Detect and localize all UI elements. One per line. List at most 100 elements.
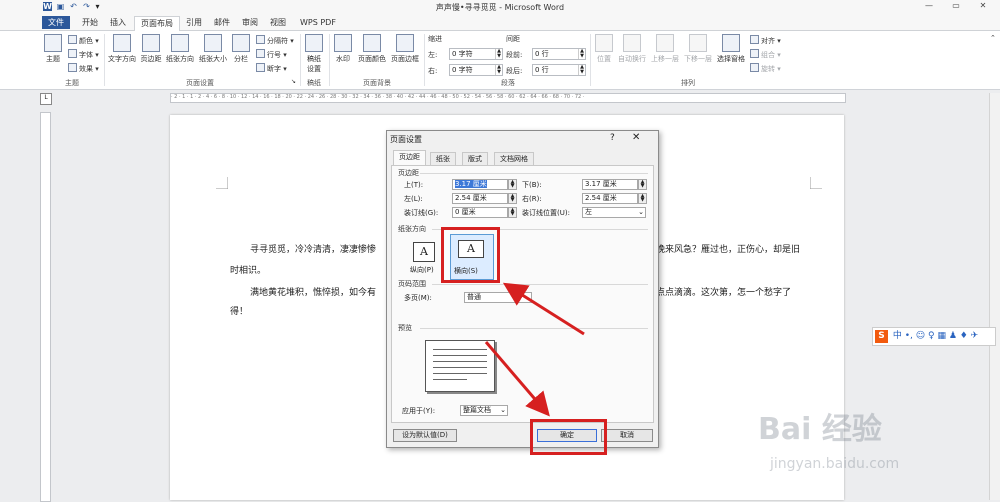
- spacing-before-label: 段前:: [506, 51, 523, 59]
- spacing-heading: 间距: [506, 35, 520, 43]
- position-icon: [595, 34, 613, 52]
- tab-wps-pdf[interactable]: WPS PDF: [294, 16, 342, 29]
- hyphenation-button[interactable]: 断字 ▾: [256, 63, 287, 74]
- theme-colors-button[interactable]: 颜色 ▾: [68, 35, 99, 46]
- section-orientation: 纸张方向: [398, 225, 426, 233]
- selection-pane-icon: [722, 34, 740, 52]
- close-icon[interactable]: ✕: [632, 132, 640, 143]
- document-text-line[interactable]: 晚来风急？雁过也，正伤心，却是旧: [656, 244, 800, 256]
- cancel-button[interactable]: 取消: [601, 429, 653, 442]
- theme-effects-button[interactable]: 效果 ▾: [68, 63, 99, 74]
- theme-fonts-button[interactable]: 字体 ▾: [68, 49, 99, 60]
- indent-left-input[interactable]: 0 字符 ▲ ▼: [449, 48, 503, 60]
- tab-margins[interactable]: 页边距: [393, 150, 426, 166]
- document-text-line[interactable]: 寻寻觅觅，冷冷清清，凄凄惨惨: [250, 244, 376, 256]
- portrait-icon[interactable]: A: [413, 242, 435, 262]
- close-button[interactable]: ✕: [972, 1, 994, 13]
- left-margin-spinner[interactable]: ▲ ▼: [508, 193, 517, 204]
- tab-selector-icon[interactable]: L: [40, 93, 52, 105]
- restore-button[interactable]: ▭: [945, 1, 967, 13]
- margins-button[interactable]: 页边距: [139, 34, 163, 64]
- minimize-button[interactable]: —: [918, 1, 940, 13]
- tab-references[interactable]: 引用: [180, 16, 208, 29]
- margin-corner-mark: [216, 177, 228, 189]
- themes-icon: [44, 34, 62, 52]
- margins-panel: 页边距 上(T): 3.17 厘米 ▲ ▼ 下(B): 3.17 厘米 ▲ ▼ 左(…: [391, 165, 654, 423]
- text-direction-icon: [113, 34, 131, 52]
- document-text-line[interactable]: 得！: [230, 306, 248, 318]
- tab-mailings[interactable]: 邮件: [208, 16, 236, 29]
- indent-right-input[interactable]: 0 字符 ▲ ▼: [449, 64, 503, 76]
- help-icon[interactable]: ?: [610, 133, 615, 143]
- group-separator: [329, 34, 330, 86]
- gutter-spinner[interactable]: ▲ ▼: [508, 207, 517, 218]
- gutter-input[interactable]: 0 厘米: [452, 207, 508, 218]
- send-backward-icon: [689, 34, 707, 52]
- document-text-line[interactable]: 点点滴滴。这次第，怎一个愁字了: [656, 287, 791, 299]
- vertical-scrollbar[interactable]: [989, 93, 1000, 500]
- text-direction-button[interactable]: 文字方向: [107, 34, 137, 64]
- document-text-line[interactable]: 时相识。: [230, 265, 266, 277]
- bottom-margin-input[interactable]: 3.17 厘米: [582, 179, 638, 190]
- page-setup-launcher-icon[interactable]: ↘: [291, 78, 296, 85]
- rotate-button[interactable]: 旋转 ▾: [750, 63, 781, 74]
- bottom-margin-label: 下(B):: [522, 181, 542, 189]
- columns-button[interactable]: 分栏: [230, 34, 252, 64]
- watermark-button[interactable]: 水印: [332, 34, 354, 64]
- tab-document-grid[interactable]: 文档网格: [494, 152, 534, 165]
- bring-forward-button[interactable]: 上移一层: [649, 34, 681, 64]
- portrait-label[interactable]: 纵向(P): [410, 265, 434, 275]
- align-button[interactable]: 对齐 ▾: [750, 35, 781, 46]
- tab-file[interactable]: 文件: [42, 16, 70, 29]
- orientation-button[interactable]: 纸张方向: [164, 34, 196, 64]
- multiple-pages-select[interactable]: 普通 ⌄: [464, 292, 532, 303]
- gutter-label: 装订线(G):: [404, 209, 439, 217]
- bottom-margin-spinner[interactable]: ▲ ▼: [638, 179, 647, 190]
- ime-toolbar[interactable]: S 中 •, ☺ ♀ ▦ ♟ ♦ ✈: [872, 327, 996, 346]
- page-color-button[interactable]: 页面颜色: [356, 34, 388, 64]
- draft-paper-button[interactable]: 稿纸 设置: [302, 34, 326, 74]
- top-margin-input[interactable]: 3.17 厘米: [452, 179, 508, 190]
- collapse-ribbon-icon[interactable]: ⌃: [990, 34, 996, 42]
- gutter-position-select[interactable]: 左 ⌄: [582, 207, 646, 218]
- page-borders-button[interactable]: 页面边框: [389, 34, 421, 64]
- indent-heading: 缩进: [428, 35, 442, 43]
- group-separator: [424, 34, 425, 86]
- group-objects-button[interactable]: 组合 ▾: [750, 49, 781, 60]
- chevron-down-icon: ⌄: [524, 293, 530, 301]
- themes-button[interactable]: 主题: [42, 34, 64, 64]
- tab-paper[interactable]: 纸张: [430, 152, 456, 165]
- size-button[interactable]: 纸张大小: [197, 34, 229, 64]
- tab-review[interactable]: 审阅: [236, 16, 264, 29]
- tab-view[interactable]: 视图: [264, 16, 292, 29]
- line-numbers-button[interactable]: 行号 ▾: [256, 49, 287, 60]
- right-margin-label: 右(R):: [522, 195, 542, 203]
- selection-pane-button[interactable]: 选择窗格: [715, 34, 747, 64]
- tab-insert[interactable]: 插入: [104, 16, 132, 29]
- tab-home[interactable]: 开始: [76, 16, 104, 29]
- apply-to-select[interactable]: 整篇文档 ⌄: [460, 405, 508, 416]
- right-margin-input[interactable]: 2.54 厘米: [582, 193, 638, 204]
- send-backward-button[interactable]: 下移一层: [682, 34, 714, 64]
- position-button[interactable]: 位置: [593, 34, 615, 64]
- preview-line: [433, 373, 487, 374]
- breaks-button[interactable]: 分隔符 ▾: [256, 35, 294, 46]
- tab-layout[interactable]: 版式: [462, 152, 488, 165]
- wrap-text-button[interactable]: 自动换行: [616, 34, 648, 64]
- vertical-ruler[interactable]: [40, 112, 51, 502]
- right-margin-spinner[interactable]: ▲ ▼: [638, 193, 647, 204]
- spacing-before-input[interactable]: 0 行 ▲ ▼: [532, 48, 586, 60]
- rotate-icon: [750, 63, 759, 72]
- preview-line: [433, 379, 467, 380]
- top-margin-spinner[interactable]: ▲ ▼: [508, 179, 517, 190]
- set-default-button[interactable]: 设为默认值(D): [393, 429, 457, 442]
- spacing-after-input[interactable]: 0 行 ▲ ▼: [532, 64, 586, 76]
- left-margin-input[interactable]: 2.54 厘米: [452, 193, 508, 204]
- draft-paper-icon: [305, 34, 323, 52]
- horizontal-ruler[interactable]: · 2 · 1 · 1 · 2 · 4 · 6 · 8 · 10 · 12 · …: [170, 93, 846, 103]
- window-title: 声声慢•寻寻觅觅 - Microsoft Word: [435, 3, 565, 12]
- document-text-line[interactable]: 满地黄花堆积，憔悴损，如今有: [250, 287, 376, 299]
- tab-page-layout[interactable]: 页面布局: [134, 16, 180, 31]
- group-label-paragraph: 段落: [501, 79, 515, 87]
- ime-mode-icons[interactable]: 中 •, ☺ ♀ ▦ ♟ ♦ ✈: [893, 331, 978, 341]
